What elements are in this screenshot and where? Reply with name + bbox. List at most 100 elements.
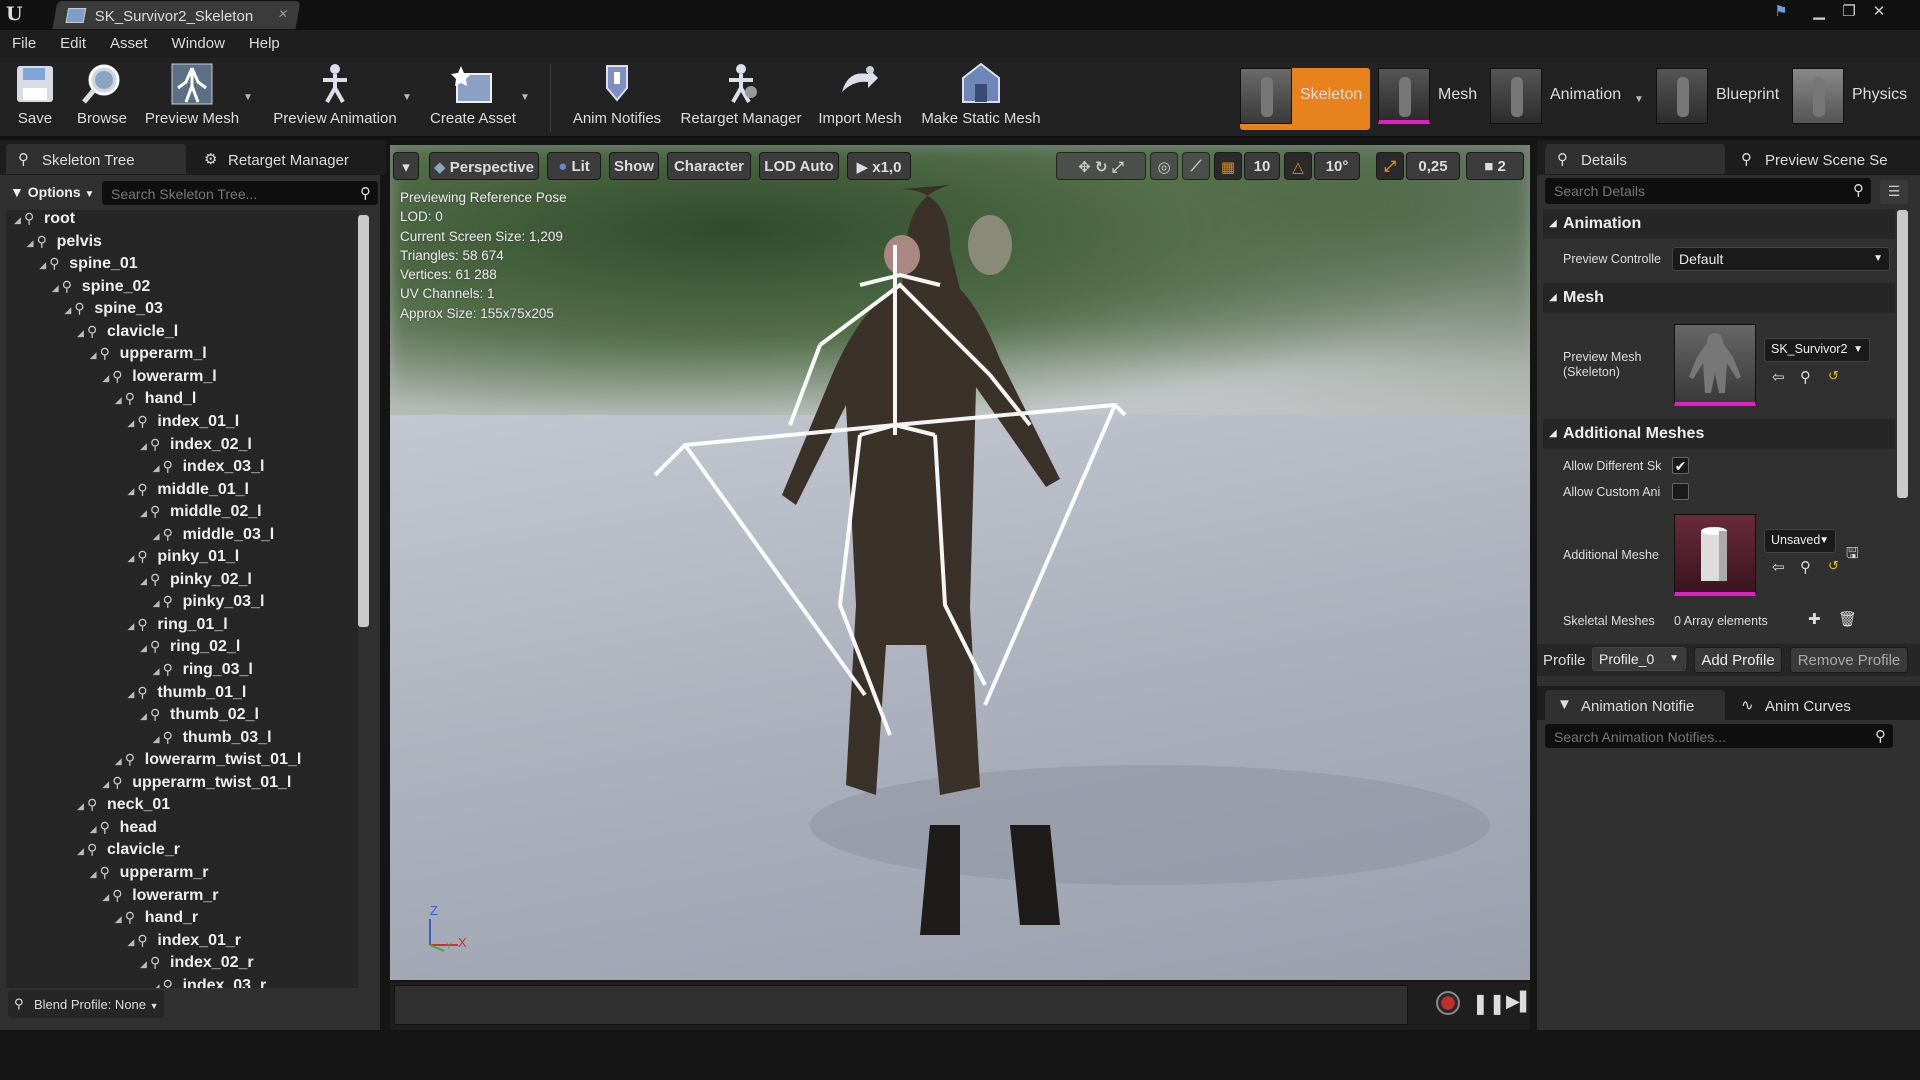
expand-arrow-icon[interactable]: ◢ bbox=[77, 801, 87, 812]
browse-asset-icon[interactable]: ⚲ bbox=[1800, 368, 1811, 386]
scale-snap-icon[interactable]: ⤢ bbox=[1376, 152, 1404, 180]
anim-notifies-button[interactable]: Anim Notifies bbox=[568, 62, 666, 127]
animation-mode-dropdown-icon[interactable]: ▼ bbox=[1634, 94, 1644, 105]
expand-arrow-icon[interactable]: ◢ bbox=[140, 441, 150, 452]
make-static-mesh-button[interactable]: Make Static Mesh bbox=[916, 62, 1046, 127]
lit-button[interactable]: ● Lit bbox=[547, 152, 601, 180]
timeline[interactable] bbox=[394, 985, 1408, 1025]
expand-arrow-icon[interactable]: ◢ bbox=[115, 395, 125, 406]
close-tab-icon[interactable]: ✕ bbox=[277, 7, 290, 21]
preview-animation-dropdown-icon[interactable]: ▼ bbox=[402, 92, 412, 103]
tree-bone-row[interactable]: ◢ ⚲ thumb_01_l bbox=[127, 684, 246, 706]
tab-anim-curves[interactable]: ∿ Anim Curves bbox=[1729, 690, 1909, 720]
tree-bone-row[interactable]: ◢ ⚲ upperarm_l bbox=[90, 345, 207, 367]
preview-mesh-thumbnail[interactable] bbox=[1674, 324, 1756, 406]
tree-bone-row[interactable]: ◢ ⚲ index_02_l bbox=[140, 436, 252, 458]
tree-bone-row[interactable]: ◢ ⚲ index_01_l bbox=[127, 413, 239, 435]
section-mesh[interactable]: ◢ Mesh bbox=[1543, 283, 1895, 313]
preview-mesh-button[interactable]: Preview Mesh bbox=[142, 62, 242, 127]
expand-arrow-icon[interactable]: ◢ bbox=[153, 463, 163, 474]
mode-animation-button[interactable]: Animation bbox=[1490, 68, 1640, 130]
tree-bone-row[interactable]: ◢ ⚲ root bbox=[14, 210, 75, 232]
delete-elements-icon[interactable]: 🗑 bbox=[1838, 610, 1857, 628]
tree-bone-row[interactable]: ◢ ⚲ spine_03 bbox=[64, 300, 162, 322]
scale-snap-value[interactable]: 0,25 bbox=[1406, 152, 1460, 180]
tree-bone-row[interactable]: ◢ ⚲ thumb_03_l bbox=[153, 729, 272, 751]
maximize-icon[interactable]: ❐ bbox=[1836, 2, 1862, 22]
tree-bone-row[interactable]: ◢ ⚲ lowerarm_twist_01_l bbox=[115, 751, 302, 773]
expand-arrow-icon[interactable]: ◢ bbox=[77, 328, 87, 339]
expand-arrow-icon[interactable]: ◢ bbox=[153, 982, 163, 988]
expand-arrow-icon[interactable]: ◢ bbox=[102, 892, 112, 903]
rotation-snap-value[interactable]: 10° bbox=[1314, 152, 1360, 180]
retarget-manager-button[interactable]: Retarget Manager bbox=[678, 62, 804, 127]
allow-custom-anim-checkbox[interactable] bbox=[1672, 483, 1689, 500]
perspective-button[interactable]: ◆ Perspective bbox=[429, 152, 539, 180]
blend-profile-dropdown[interactable]: ⚲ Blend Profile: None ▼ bbox=[8, 990, 164, 1018]
tree-bone-row[interactable]: ◢ ⚲ ring_03_l bbox=[153, 661, 253, 683]
expand-arrow-icon[interactable]: ◢ bbox=[27, 238, 37, 249]
expand-arrow-icon[interactable]: ◢ bbox=[127, 689, 137, 700]
expand-arrow-icon[interactable]: ◢ bbox=[153, 598, 163, 609]
menu-file[interactable]: File bbox=[12, 30, 50, 58]
skeleton-tree-scrollbar[interactable] bbox=[358, 215, 369, 627]
preview-mesh-dropdown[interactable]: SK_Survivor2 ▼ bbox=[1764, 338, 1870, 362]
tree-bone-row[interactable]: ◢ ⚲ spine_02 bbox=[52, 278, 150, 300]
expand-arrow-icon[interactable]: ◢ bbox=[140, 508, 150, 519]
tree-bone-row[interactable]: ◢ ⚲ clavicle_l bbox=[77, 323, 178, 345]
world-local-icon[interactable]: ◎ bbox=[1150, 152, 1178, 180]
additional-meshes-thumbnail[interactable] bbox=[1674, 514, 1756, 596]
allow-different-skeletons-checkbox[interactable]: ✔ bbox=[1672, 457, 1689, 474]
preview-mesh-dropdown-icon[interactable]: ▼ bbox=[243, 92, 253, 103]
browse-button[interactable]: Browse bbox=[74, 62, 130, 127]
details-search-input[interactable]: Search Details ⚲ bbox=[1545, 178, 1871, 204]
tree-bone-row[interactable]: ◢ ⚲ pelvis bbox=[27, 233, 102, 255]
expand-arrow-icon[interactable]: ◢ bbox=[77, 846, 87, 857]
tree-bone-row[interactable]: ◢ ⚲ head bbox=[90, 819, 157, 841]
add-element-icon[interactable]: ✚ bbox=[1808, 610, 1821, 628]
expand-arrow-icon[interactable]: ◢ bbox=[127, 621, 137, 632]
expand-arrow-icon[interactable]: ◢ bbox=[64, 305, 74, 316]
tab-animation-notifies[interactable]: ▼ Animation Notifie bbox=[1545, 690, 1725, 720]
expand-arrow-icon[interactable]: ◢ bbox=[140, 711, 150, 722]
mode-blueprint-button[interactable]: Blueprint bbox=[1656, 68, 1779, 130]
tab-retarget-manager[interactable]: ⚙ Retarget Manager bbox=[192, 144, 372, 174]
expand-arrow-icon[interactable]: ◢ bbox=[39, 260, 49, 271]
expand-arrow-icon[interactable]: ◢ bbox=[153, 666, 163, 677]
tree-bone-row[interactable]: ◢ ⚲ upperarm_r bbox=[90, 864, 209, 886]
reset-to-default-icon[interactable]: ↺ bbox=[1828, 368, 1839, 384]
expand-arrow-icon[interactable]: ◢ bbox=[90, 824, 100, 835]
use-selected-asset-icon[interactable]: ⇦ bbox=[1772, 558, 1785, 576]
tree-bone-row[interactable]: ◢ ⚲ index_03_r bbox=[153, 977, 267, 988]
expand-arrow-icon[interactable]: ◢ bbox=[140, 576, 150, 587]
viewport-options-button[interactable]: ▾ bbox=[393, 152, 419, 180]
tree-bone-row[interactable]: ◢ ⚲ spine_01 bbox=[39, 255, 137, 277]
expand-arrow-icon[interactable]: ◢ bbox=[127, 486, 137, 497]
step-forward-icon[interactable]: ▶▌ bbox=[1506, 991, 1533, 1012]
expand-arrow-icon[interactable]: ◢ bbox=[14, 215, 24, 226]
save-button[interactable]: Save bbox=[12, 62, 58, 127]
expand-arrow-icon[interactable]: ◢ bbox=[140, 959, 150, 970]
details-scrollbar[interactable] bbox=[1897, 210, 1908, 498]
menu-help[interactable]: Help bbox=[249, 30, 294, 58]
view-options-icon[interactable]: ☰ bbox=[1880, 180, 1908, 204]
rotation-snap-icon[interactable]: △ bbox=[1284, 152, 1312, 180]
grid-snap-value[interactable]: 10 bbox=[1244, 152, 1280, 180]
tree-bone-row[interactable]: ◢ ⚲ index_02_r bbox=[140, 954, 254, 976]
create-asset-button[interactable]: Create Asset bbox=[428, 62, 518, 127]
menu-edit[interactable]: Edit bbox=[60, 30, 100, 58]
tree-bone-row[interactable]: ◢ ⚲ pinky_01_l bbox=[127, 548, 239, 570]
tree-bone-row[interactable]: ◢ ⚲ middle_01_l bbox=[127, 481, 249, 503]
tree-bone-row[interactable]: ◢ ⚲ index_01_r bbox=[127, 932, 241, 954]
browse-asset-icon[interactable]: ⚲ bbox=[1800, 558, 1811, 576]
tree-bone-row[interactable]: ◢ ⚲ pinky_03_l bbox=[153, 593, 265, 615]
mode-physics-button[interactable]: Physics bbox=[1792, 68, 1912, 130]
tab-skeleton-tree[interactable]: ⚲ Skeleton Tree bbox=[6, 144, 186, 174]
tree-bone-row[interactable]: ◢ ⚲ middle_02_l bbox=[140, 503, 262, 525]
import-mesh-button[interactable]: Import Mesh bbox=[814, 62, 906, 127]
reset-to-default-icon[interactable]: ↺ bbox=[1828, 558, 1839, 574]
expand-arrow-icon[interactable]: ◢ bbox=[140, 643, 150, 654]
notification-icon[interactable]: ⚑ bbox=[1768, 2, 1794, 22]
expand-arrow-icon[interactable]: ◢ bbox=[90, 869, 100, 880]
expand-arrow-icon[interactable]: ◢ bbox=[102, 373, 112, 384]
